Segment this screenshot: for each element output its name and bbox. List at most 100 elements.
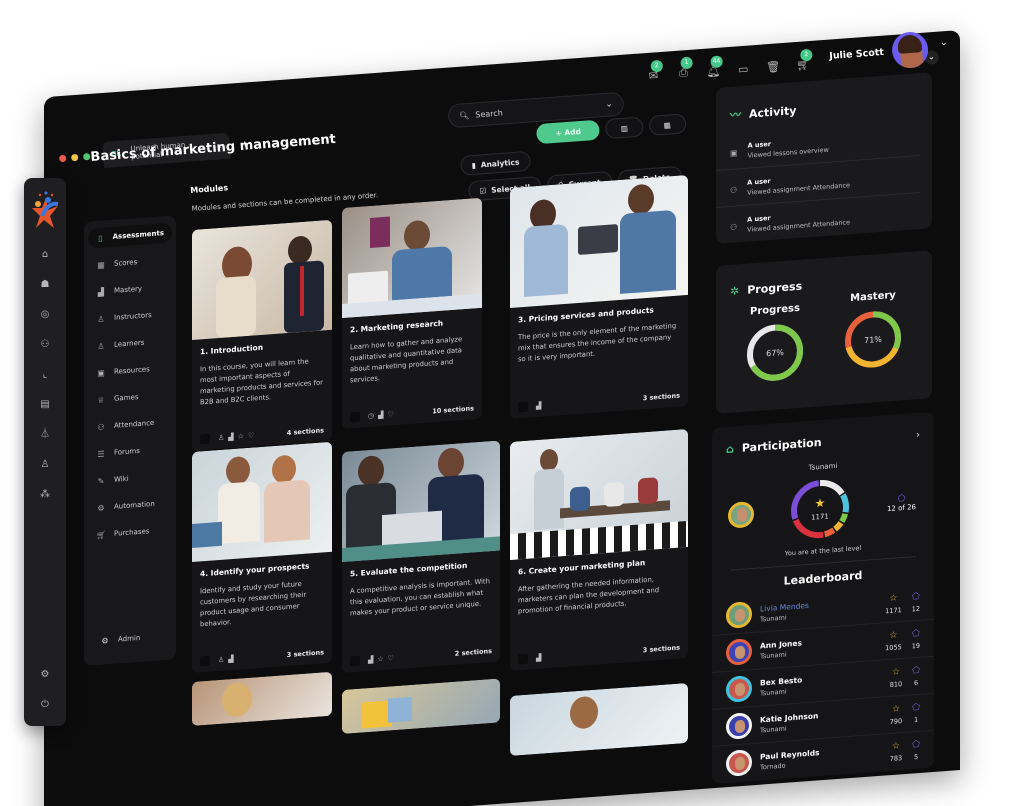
participation-expand-chevron-icon[interactable]: › bbox=[916, 430, 920, 441]
module-image bbox=[342, 440, 500, 562]
assignments-icon[interactable]: ▤ bbox=[40, 398, 49, 412]
power-icon[interactable]: ⏻ bbox=[41, 698, 49, 712]
leaderboard-level: Tsunami bbox=[760, 724, 787, 734]
select-checkbox[interactable] bbox=[350, 411, 360, 423]
catalog-icon[interactable]: ◎ bbox=[41, 308, 50, 322]
grid-view-button[interactable]: ▦ bbox=[648, 113, 687, 136]
stats-icon: ▟ bbox=[228, 432, 234, 442]
window-maximize-dot[interactable] bbox=[82, 152, 91, 160]
module-title: 5. Evaluate the competition bbox=[350, 560, 468, 579]
badge-gem-icon: ⬠ bbox=[912, 665, 920, 676]
select-checkbox[interactable] bbox=[518, 653, 528, 665]
subnav-item-scores[interactable]: ▦ Scores bbox=[88, 250, 172, 276]
module-title: 4. Identify your prospects bbox=[200, 561, 310, 579]
reports-icon[interactable]: ⌞ bbox=[43, 368, 48, 382]
select-checkbox[interactable] bbox=[350, 655, 360, 667]
module-card[interactable]: 5. Evaluate the competition A competitiv… bbox=[342, 440, 500, 673]
subnav-item-learners[interactable]: ♙ Learners bbox=[88, 331, 172, 357]
badge-counter: ⬠ 12 of 26 bbox=[886, 493, 916, 514]
user-avatar[interactable] bbox=[890, 30, 930, 70]
select-checkbox[interactable] bbox=[518, 401, 528, 413]
leaderboard-avatar bbox=[726, 638, 752, 666]
stats-icon: ▟ bbox=[368, 655, 374, 665]
course-subnav: ▯ Assessments ▦ Scores ▟ Mastery ♙ Instructo… bbox=[84, 215, 176, 666]
search-dropdown-chevron-icon[interactable]: ⌄ bbox=[605, 99, 613, 110]
brand-logo-icon bbox=[32, 191, 59, 228]
leaderboard-level: Tsunami bbox=[760, 687, 787, 697]
subnav-item-automation[interactable]: ⚙ Automation bbox=[88, 493, 172, 519]
module-title: 2. Marketing research bbox=[350, 318, 444, 335]
home-icon[interactable]: ⌂ bbox=[42, 248, 48, 262]
analytics-button[interactable]: ▮ Analytics bbox=[459, 150, 532, 176]
apps-icon[interactable]: ⁂ bbox=[40, 488, 50, 502]
star-icon: ☆ bbox=[889, 592, 898, 604]
trash-icon: 🗑︎ bbox=[765, 59, 781, 74]
calendar-button[interactable]: ▭ bbox=[735, 62, 752, 76]
list-view-icon: ▥ bbox=[620, 123, 629, 133]
module-card[interactable]: 1. Introduction In this course, you will… bbox=[192, 219, 332, 451]
user-icon[interactable]: ♙ bbox=[41, 458, 50, 472]
section-count: 10 sections bbox=[432, 404, 474, 416]
list-view-button[interactable]: ▥ bbox=[605, 116, 644, 140]
hierarchy-icon[interactable]: ⏃ bbox=[40, 428, 50, 442]
section-count: 3 sections bbox=[286, 648, 324, 660]
module-card[interactable]: 3. Pricing services and products The pri… bbox=[510, 174, 688, 419]
subnav-item-games[interactable]: ♕ Games bbox=[88, 385, 172, 411]
inbox-button[interactable]: ⎙ 1 bbox=[675, 56, 694, 81]
subnav-item-attendance[interactable]: ⚇ Attendance bbox=[88, 412, 172, 438]
leaderboard-avatar bbox=[726, 675, 752, 703]
leaderboard-avatar bbox=[726, 601, 752, 629]
module-description: A competitive analysis is important. Wit… bbox=[350, 577, 490, 618]
window-minimize-dot[interactable] bbox=[70, 153, 79, 161]
badge-gem-icon: ⬠ bbox=[911, 628, 920, 639]
subnav-item-purchases[interactable]: 🛒︎ Purchases bbox=[88, 520, 172, 546]
subnav-item-instructors[interactable]: ♙ Instructors bbox=[88, 304, 172, 330]
leaderboard-level: Tsunami bbox=[760, 650, 787, 660]
progress-value: 67% bbox=[766, 348, 784, 358]
trash-button[interactable]: 🗑︎ bbox=[765, 60, 782, 74]
subnav-item-assessments[interactable]: ▯ Assessments bbox=[88, 222, 172, 249]
subnav-item-forums[interactable]: ☰ Forums bbox=[88, 439, 172, 465]
window-menu-chevron-icon[interactable]: ⌄ bbox=[940, 37, 948, 49]
points-value: 1171 bbox=[812, 512, 830, 521]
activity-title: Activity bbox=[749, 103, 797, 121]
leaderboard-name: Bex Besto bbox=[760, 674, 803, 687]
module-title: 1. Introduction bbox=[200, 342, 264, 357]
select-checkbox[interactable] bbox=[200, 655, 210, 667]
messages-button[interactable]: ✉ 2 bbox=[645, 59, 664, 82]
leaderboard-level: Tornado bbox=[760, 761, 786, 771]
subnav-item-wiki[interactable]: ✎ Wiki bbox=[88, 466, 172, 492]
cart-button[interactable]: 🛒︎ 2 bbox=[795, 48, 813, 71]
select-checkbox[interactable] bbox=[200, 433, 210, 445]
stats-icon: ▟ bbox=[536, 653, 542, 663]
section-count: 4 sections bbox=[286, 426, 324, 438]
assignment-icon: ⚇ bbox=[730, 222, 738, 232]
leaderboard-badges: 19 bbox=[911, 641, 920, 650]
subnav-item-resources[interactable]: ▣ Resources bbox=[88, 358, 172, 384]
progress-panel: ✲ Progress Progress 67% Mastery 71% bbox=[716, 250, 932, 414]
module-description: In this course, you will learn the most … bbox=[200, 357, 323, 407]
groups-icon[interactable]: ⚇ bbox=[41, 338, 50, 352]
messages-badge: 2 bbox=[650, 59, 664, 73]
bell-badge: 44 bbox=[710, 54, 723, 68]
subnav-item-admin[interactable]: ⚙ Admin bbox=[92, 627, 148, 651]
courses-icon[interactable]: ☗ bbox=[41, 278, 50, 292]
app-screenshot: ⌄ GL Unleash human potential × + Basics … bbox=[0, 0, 1024, 806]
subnav-item-mastery[interactable]: ▟ Mastery bbox=[88, 277, 172, 303]
module-image bbox=[192, 219, 332, 340]
settings-icon[interactable]: ⚙ bbox=[41, 668, 50, 682]
bell-button[interactable]: 🔔︎ 44 bbox=[705, 54, 723, 78]
add-button[interactable]: + Add bbox=[535, 119, 601, 145]
star-icon: ☆ bbox=[889, 629, 898, 641]
window-close-dot[interactable] bbox=[58, 154, 67, 162]
automation-icon: ⚙ bbox=[97, 502, 105, 513]
module-card[interactable]: 4. Identify your prospects Identify and … bbox=[192, 441, 332, 673]
progress-spinner-icon: ✲ bbox=[730, 284, 740, 298]
module-card[interactable]: 6. Create your marketing plan After gath… bbox=[510, 428, 688, 671]
current-user-avatar bbox=[728, 500, 754, 529]
leaderboard-points: 810 bbox=[889, 679, 903, 689]
search-icon: 🔍︎ bbox=[458, 110, 470, 121]
module-card[interactable]: 2. Marketing research Learn how to gathe… bbox=[342, 197, 482, 429]
lesson-icon: ▣ bbox=[730, 148, 738, 158]
star-icon: ☆ bbox=[237, 432, 244, 441]
